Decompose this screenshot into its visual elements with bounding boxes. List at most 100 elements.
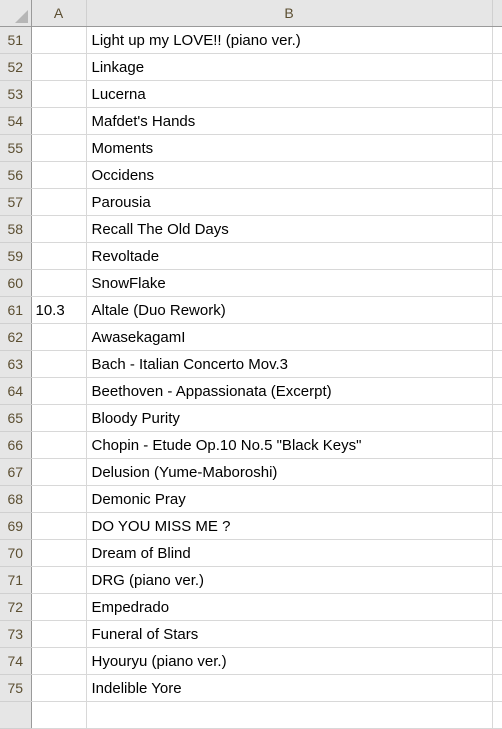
row-header[interactable]: 56 [0, 161, 32, 189]
column-header-c[interactable] [492, 0, 502, 27]
cell-c[interactable] [492, 269, 502, 297]
row-header[interactable]: 63 [0, 350, 32, 378]
cell-c[interactable] [492, 593, 502, 621]
cell-c[interactable] [492, 26, 502, 54]
cell-a[interactable] [31, 647, 87, 675]
cell-c[interactable] [492, 323, 502, 351]
cell-c[interactable] [492, 539, 502, 567]
cell-a[interactable] [31, 485, 87, 513]
cell-b[interactable]: Recall The Old Days [86, 215, 493, 243]
cell-b[interactable]: Moments [86, 134, 493, 162]
cell-a[interactable] [31, 350, 87, 378]
cell-c[interactable] [492, 107, 502, 135]
row-header[interactable]: 52 [0, 53, 32, 81]
cell-a[interactable] [31, 134, 87, 162]
cell-b[interactable]: DRG (piano ver.) [86, 566, 493, 594]
cell-a[interactable] [31, 620, 87, 648]
cell-b[interactable]: Parousia [86, 188, 493, 216]
row-header[interactable]: 54 [0, 107, 32, 135]
cell-a[interactable] [31, 674, 87, 702]
row-header[interactable]: 64 [0, 377, 32, 405]
cell-b[interactable]: Chopin - Etude Op.10 No.5 "Black Keys" [86, 431, 493, 459]
cell-a[interactable] [31, 80, 87, 108]
row-header[interactable] [0, 701, 32, 729]
cell-c[interactable] [492, 431, 502, 459]
cell-a[interactable] [31, 188, 87, 216]
cell-c[interactable] [492, 485, 502, 513]
cell-b[interactable]: Light up my LOVE!! (piano ver.) [86, 26, 493, 54]
cell-a[interactable] [31, 512, 87, 540]
cell-b[interactable]: DO YOU MISS ME ? [86, 512, 493, 540]
row-header[interactable]: 72 [0, 593, 32, 621]
cell-c[interactable] [492, 296, 502, 324]
cell-b[interactable]: Revoltade [86, 242, 493, 270]
cell-c[interactable] [492, 458, 502, 486]
cell-a[interactable] [31, 269, 87, 297]
row-header[interactable]: 73 [0, 620, 32, 648]
cell-c[interactable] [492, 80, 502, 108]
row-header[interactable]: 61 [0, 296, 32, 324]
cell-a[interactable] [31, 26, 87, 54]
cell-a[interactable] [31, 701, 87, 729]
cell-c[interactable] [492, 377, 502, 405]
row-header[interactable]: 53 [0, 80, 32, 108]
cell-c[interactable] [492, 215, 502, 243]
row-header[interactable]: 51 [0, 26, 32, 54]
cell-c[interactable] [492, 404, 502, 432]
row-header[interactable]: 58 [0, 215, 32, 243]
row-header[interactable]: 59 [0, 242, 32, 270]
cell-b[interactable]: Delusion (Yume-Maboroshi) [86, 458, 493, 486]
cell-a[interactable] [31, 377, 87, 405]
cell-b[interactable]: Bach - Italian Concerto Mov.3 [86, 350, 493, 378]
cell-c[interactable] [492, 53, 502, 81]
row-header[interactable]: 57 [0, 188, 32, 216]
row-header[interactable]: 71 [0, 566, 32, 594]
cell-b[interactable]: Linkage [86, 53, 493, 81]
column-header-a[interactable]: A [31, 0, 87, 27]
cell-a[interactable] [31, 323, 87, 351]
cell-b[interactable]: Beethoven - Appassionata (Excerpt) [86, 377, 493, 405]
cell-c[interactable] [492, 620, 502, 648]
row-header[interactable]: 62 [0, 323, 32, 351]
cell-a[interactable]: 10.3 [31, 296, 87, 324]
row-header[interactable]: 68 [0, 485, 32, 513]
cell-a[interactable] [31, 458, 87, 486]
cell-a[interactable] [31, 593, 87, 621]
cell-a[interactable] [31, 53, 87, 81]
cell-a[interactable] [31, 431, 87, 459]
cell-a[interactable] [31, 566, 87, 594]
cell-c[interactable] [492, 350, 502, 378]
cell-c[interactable] [492, 242, 502, 270]
cell-c[interactable] [492, 161, 502, 189]
cell-c[interactable] [492, 512, 502, 540]
cell-b[interactable]: Hyouryu (piano ver.) [86, 647, 493, 675]
row-header[interactable]: 75 [0, 674, 32, 702]
cell-a[interactable] [31, 404, 87, 432]
row-header[interactable]: 69 [0, 512, 32, 540]
cell-b[interactable]: Funeral of Stars [86, 620, 493, 648]
cell-b[interactable]: Empedrado [86, 593, 493, 621]
cell-b[interactable]: SnowFlake [86, 269, 493, 297]
row-header[interactable]: 60 [0, 269, 32, 297]
cell-b[interactable]: Demonic Pray [86, 485, 493, 513]
cell-a[interactable] [31, 242, 87, 270]
cell-b[interactable]: Occidens [86, 161, 493, 189]
row-header[interactable]: 65 [0, 404, 32, 432]
row-header[interactable]: 66 [0, 431, 32, 459]
cell-c[interactable] [492, 701, 502, 729]
column-header-b[interactable]: B [86, 0, 493, 27]
cell-c[interactable] [492, 134, 502, 162]
cell-a[interactable] [31, 215, 87, 243]
row-header[interactable]: 55 [0, 134, 32, 162]
cell-c[interactable] [492, 674, 502, 702]
cell-c[interactable] [492, 188, 502, 216]
cell-a[interactable] [31, 539, 87, 567]
cell-a[interactable] [31, 161, 87, 189]
cell-b[interactable]: Bloody Purity [86, 404, 493, 432]
row-header[interactable]: 74 [0, 647, 32, 675]
cell-b[interactable]: Altale (Duo Rework) [86, 296, 493, 324]
cell-c[interactable] [492, 647, 502, 675]
cell-b[interactable]: Dream of Blind [86, 539, 493, 567]
cell-b[interactable]: Mafdet's Hands [86, 107, 493, 135]
cell-b[interactable]: Lucerna [86, 80, 493, 108]
